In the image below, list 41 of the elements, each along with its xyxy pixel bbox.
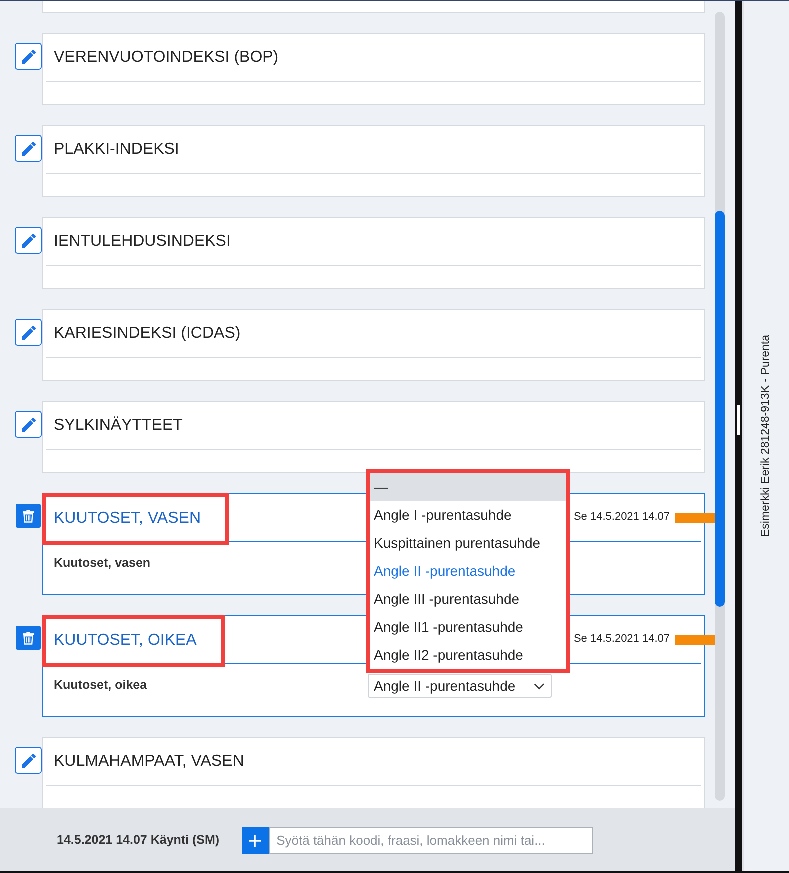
card-title: KARIESINDEKSI (ICDAS) <box>54 324 241 342</box>
timestamp: Se 14.5.2021 14.07 <box>574 632 670 648</box>
card-title: SYLKINÄYTTEET <box>54 416 183 434</box>
status-marker <box>675 635 715 645</box>
select-dropdown[interactable]: Angle II -purentasuhde <box>368 674 552 698</box>
visit-label: 14.5.2021 14.07 Käynti (SM) <box>57 832 220 850</box>
edit-button[interactable] <box>15 747 42 774</box>
timestamp: Se 14.5.2021 14.07 <box>574 510 670 526</box>
scrollbar-thumb[interactable] <box>715 211 725 607</box>
trash-icon <box>23 510 34 522</box>
pencil-icon <box>22 754 36 768</box>
scrollbar-track[interactable] <box>715 12 725 801</box>
edit-button[interactable] <box>15 135 42 162</box>
field-label: Kuutoset, oikea <box>54 677 148 694</box>
edit-button[interactable] <box>15 43 42 70</box>
pencil-icon <box>22 326 36 340</box>
patient-title: Esimerkki Eerik 281248-913K - Purenta <box>758 335 773 537</box>
status-marker <box>675 513 715 523</box>
field-label: Kuutoset, vasen <box>54 555 152 572</box>
card-title: KULMAHAMPAAT, VASEN <box>54 752 244 770</box>
search-field[interactable]: Syötä tähän koodi, fraasi, lomakkeen nimi tai... <box>268 827 593 854</box>
splitter-grip[interactable] <box>737 405 740 435</box>
add-button[interactable] <box>242 827 269 854</box>
chevron-down-icon <box>534 682 545 690</box>
card-title: VERENVUOTOINDEKSI (BOP) <box>54 48 279 66</box>
pencil-icon <box>22 234 36 248</box>
dropdown-option[interactable]: — <box>370 473 566 501</box>
card-title: KUUTOSET, VASEN <box>54 509 201 529</box>
edit-button[interactable] <box>15 319 42 346</box>
card-title: IENTULEHDUSINDEKSI <box>54 232 231 250</box>
card-title: PLAKKI-INDEKSI <box>54 140 180 158</box>
pencil-icon <box>22 142 36 156</box>
trash-icon <box>23 632 34 644</box>
delete-button[interactable] <box>16 626 41 650</box>
pencil-icon <box>22 50 36 64</box>
edit-button[interactable] <box>15 411 42 438</box>
card-title: KUUTOSET, OIKEA <box>54 631 197 651</box>
pencil-icon <box>22 418 36 432</box>
edit-button[interactable] <box>15 227 42 254</box>
plus-icon <box>249 834 262 846</box>
delete-button[interactable] <box>16 504 41 528</box>
